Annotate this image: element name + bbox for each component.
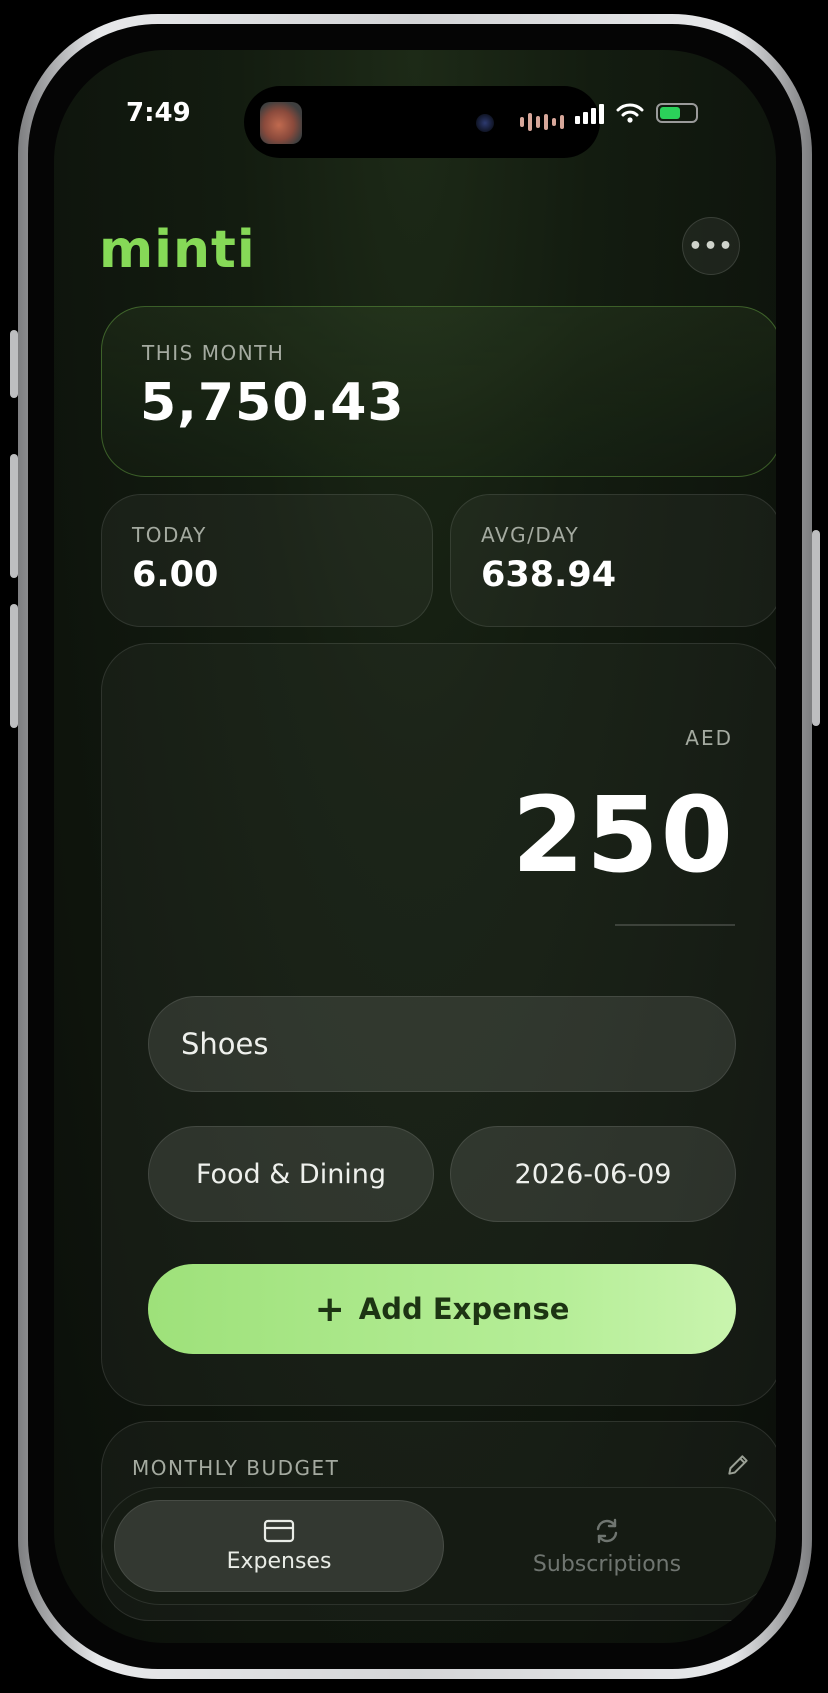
battery-icon xyxy=(656,103,698,123)
add-expense-button[interactable]: + Add Expense xyxy=(148,1264,736,1354)
tab-bar: Expenses Subscriptions xyxy=(101,1487,776,1605)
today-value: 6.00 xyxy=(132,555,219,595)
tab-expenses-label: Expenses xyxy=(226,1548,332,1574)
avg-day-label: AVG/DAY xyxy=(481,523,580,547)
description-value: Shoes xyxy=(181,1027,269,1061)
phone-frame: 7:49 minti ••• THIS MONTH 5,750.43 TODAY… xyxy=(10,14,820,1679)
screen: 7:49 minti ••• THIS MONTH 5,750.43 TODAY… xyxy=(54,50,776,1643)
date-value: 2026-06-09 xyxy=(514,1158,672,1190)
audio-waveform-icon xyxy=(520,111,564,133)
add-expense-label: Add Expense xyxy=(358,1292,570,1326)
battery-level xyxy=(660,107,680,119)
monthly-budget-label: MONTHLY BUDGET xyxy=(132,1456,340,1480)
date-picker[interactable]: 2026-06-09 xyxy=(450,1126,736,1222)
amount-underline xyxy=(615,924,735,926)
app-logo: minti xyxy=(99,220,256,280)
expense-entry-card: AED 250 Shoes Food & Dining 2026-06-09 +… xyxy=(101,643,776,1406)
category-value: Food & Dining xyxy=(195,1158,387,1190)
status-icons xyxy=(575,102,698,124)
this-month-card: THIS MONTH 5,750.43 xyxy=(101,306,776,477)
dynamic-island[interactable] xyxy=(244,86,600,158)
bezel: 7:49 minti ••• THIS MONTH 5,750.43 TODAY… xyxy=(28,24,802,1669)
now-playing-artwork-icon xyxy=(260,102,302,144)
status-time: 7:49 xyxy=(126,98,191,128)
this-month-value: 5,750.43 xyxy=(140,373,405,433)
action-button xyxy=(10,330,18,398)
today-card: TODAY 6.00 xyxy=(101,494,433,627)
card-icon xyxy=(263,1519,295,1542)
volume-down-button xyxy=(10,604,18,728)
category-select[interactable]: Food & Dining xyxy=(148,1126,434,1222)
volume-up-button xyxy=(10,454,18,578)
today-label: TODAY xyxy=(132,523,207,547)
currency-label[interactable]: AED xyxy=(685,726,733,750)
this-month-label: THIS MONTH xyxy=(142,341,285,365)
signal-icon xyxy=(575,102,604,124)
tab-subscriptions-label: Subscriptions xyxy=(532,1551,682,1577)
tab-expenses[interactable]: Expenses xyxy=(114,1500,444,1592)
tab-subscriptions[interactable]: Subscriptions xyxy=(442,1500,772,1592)
avg-day-value: 638.94 xyxy=(481,555,617,595)
more-options-button[interactable]: ••• xyxy=(682,217,740,275)
amount-input[interactable]: 250 xyxy=(512,774,735,896)
camera-icon xyxy=(476,114,494,132)
refresh-icon xyxy=(596,1518,618,1543)
pencil-icon[interactable] xyxy=(725,1452,751,1478)
wifi-icon xyxy=(616,103,644,123)
power-button xyxy=(812,530,820,726)
avg-day-card: AVG/DAY 638.94 xyxy=(450,494,776,627)
description-input[interactable]: Shoes xyxy=(148,996,736,1092)
plus-icon: + xyxy=(314,1288,345,1330)
